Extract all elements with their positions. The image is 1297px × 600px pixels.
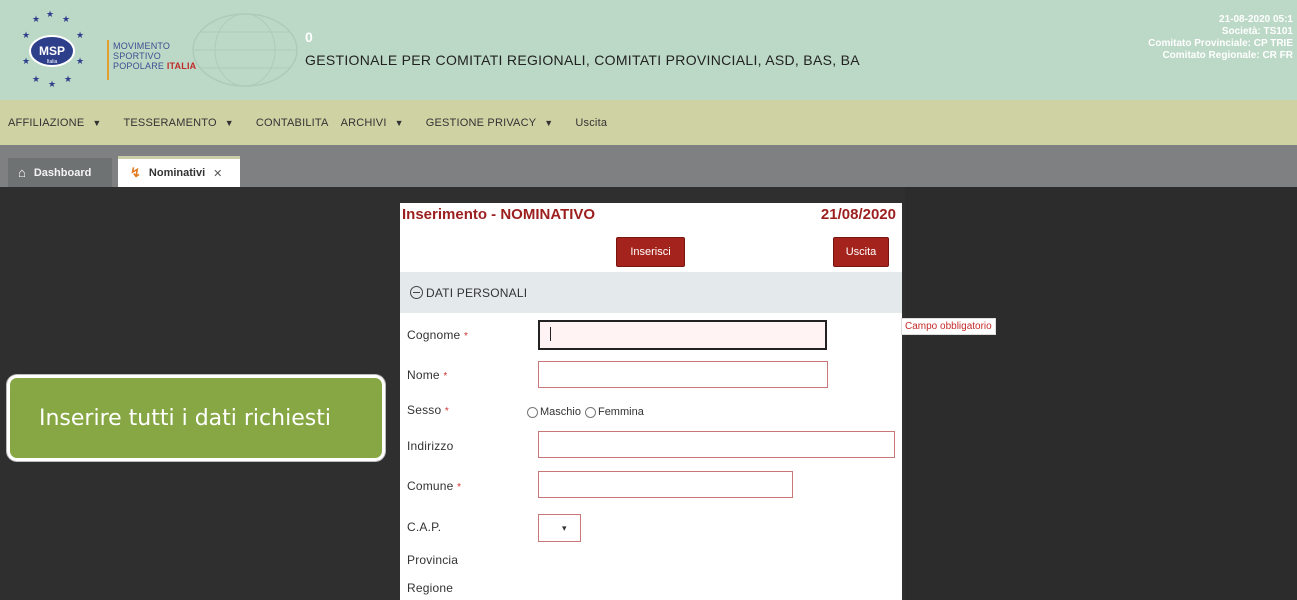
label-text: Comune: [407, 479, 454, 493]
brand-line-3: POPOLARE: [113, 61, 165, 71]
svg-text:★: ★: [22, 30, 30, 40]
instruction-callout: Inserire tutti i dati richiesti: [7, 375, 385, 461]
svg-text:★: ★: [62, 14, 70, 24]
required-marker: *: [463, 331, 469, 342]
session-comitato-provinciale: Comitato Provinciale: CP TRIE: [1148, 38, 1293, 49]
session-comitato-regionale: Comitato Regionale: CR FR: [1162, 50, 1293, 61]
svg-text:★: ★: [48, 79, 56, 89]
label-text: C.A.P.: [407, 520, 442, 534]
label-nome: Nome *: [407, 368, 447, 382]
label-text: Cognome: [407, 328, 461, 342]
label-comune: Comune *: [407, 479, 461, 493]
indirizzo-input[interactable]: [538, 431, 895, 458]
session-info: 21-08-2020 05:1 Società: TS101 Comitato …: [1148, 14, 1293, 62]
app-window: ★ ★ ★ ★ ★ ★ ★ ★ ★ ★ MSP Italia MOVIMENTO SPORT…: [0, 0, 1297, 600]
brand-line-1: MOVIMENTO: [113, 41, 171, 51]
svg-text:★: ★: [76, 30, 84, 40]
svg-text:★: ★: [22, 56, 30, 66]
required-marker: *: [457, 482, 462, 493]
main-menu: AFFILIAZIONE ▼ TESSERAMENTO ▼ CONTABILITA …: [0, 100, 1297, 145]
menu-item-contabilita[interactable]: CONTABILITA: [256, 117, 329, 129]
radio-maschio[interactable]: [527, 406, 538, 418]
tab-nominativi[interactable]: ↯ Nominativi ✕: [118, 156, 240, 187]
label-sesso: Sesso *: [407, 403, 449, 417]
menu-item-archivi[interactable]: ARCHIVI ▼: [341, 117, 404, 129]
label-text: Indirizzo: [407, 439, 454, 453]
required-marker: *: [443, 371, 448, 382]
brand-name: MOVIMENTO SPORTIVO POPOLARE ITALIA: [113, 41, 196, 71]
menu-label: CONTABILITA: [255, 116, 329, 129]
label-cap: C.A.P.: [407, 520, 441, 534]
section-dati-personali[interactable]: DATI PERSONALI: [400, 272, 902, 313]
radio-femmina[interactable]: [584, 406, 596, 418]
insert-button[interactable]: Inserisci: [616, 237, 685, 267]
radio-maschio-label[interactable]: Maschio: [540, 406, 581, 418]
svg-text:★: ★: [32, 74, 40, 84]
menu-label: GESTIONE PRIVACY: [425, 116, 537, 129]
menu-item-uscita[interactable]: Uscita: [575, 117, 607, 129]
content-right-pane: [905, 187, 1297, 600]
text-cursor: [550, 327, 551, 341]
svg-text:★: ★: [76, 56, 84, 66]
home-icon: ⌂: [18, 165, 26, 180]
caret-down-icon: ▼: [92, 117, 102, 128]
sesso-radio-group: Maschio Femmina: [527, 406, 644, 418]
menu-label: ARCHIVI: [340, 116, 387, 129]
form-title: Inserimento - NOMINATIVO: [402, 206, 596, 223]
validation-message: Campo obbligatorio: [901, 318, 996, 335]
radio-femmina-label[interactable]: Femmina: [598, 406, 644, 418]
caret-down-icon: ▼: [394, 117, 404, 128]
arrows-icon: ↯: [130, 165, 141, 180]
close-tab-icon[interactable]: ✕: [213, 167, 222, 180]
label-regione: Regione: [407, 581, 453, 595]
label-text: Regione: [407, 581, 454, 595]
section-title: DATI PERSONALI: [426, 285, 528, 300]
label-provincia: Provincia: [407, 553, 458, 567]
tab-dashboard[interactable]: ⌂ Dashboard: [8, 158, 112, 187]
cognome-input[interactable]: [538, 320, 827, 350]
brand-line-3-suffix: ITALIA: [166, 61, 197, 71]
cap-select[interactable]: ▾: [538, 514, 581, 542]
label-text: Nome: [407, 368, 440, 382]
menu-item-tesseramento[interactable]: TESSERAMENTO ▼: [123, 117, 233, 129]
label-cognome: Cognome *: [407, 328, 468, 342]
caret-down-icon: ▼: [224, 117, 234, 128]
collapse-icon: [410, 286, 423, 299]
label-text: Provincia: [407, 553, 459, 567]
tab-bar: ⌂ Dashboard ↯ Nominativi ✕: [0, 145, 1297, 187]
header: ★ ★ ★ ★ ★ ★ ★ ★ ★ ★ MSP Italia MOVIMENTO SPORT…: [0, 0, 1297, 100]
chevron-down-icon: ▾: [562, 523, 567, 533]
svg-text:★: ★: [64, 74, 72, 84]
menu-label: TESSERAMENTO: [123, 116, 217, 129]
menu-label: Uscita: [575, 116, 608, 129]
svg-text:★: ★: [32, 14, 40, 24]
form-panel: Inserimento - NOMINATIVO 21/08/2020 Inse…: [400, 203, 902, 600]
menu-item-affiliazione[interactable]: AFFILIAZIONE ▼: [8, 117, 101, 129]
logo-subtext: Italia: [47, 59, 58, 65]
brand-line-2: SPORTIVO: [113, 51, 161, 61]
label-text: Sesso: [407, 403, 442, 417]
exit-button[interactable]: Uscita: [833, 237, 889, 267]
page-title: GESTIONALE PER COMITATI REGIONALI, COMIT…: [305, 52, 860, 68]
header-counter: 0: [305, 29, 313, 45]
caret-down-icon: ▼: [544, 117, 554, 128]
session-societa: Società: TS101: [1221, 26, 1293, 37]
svg-text:★: ★: [46, 10, 54, 19]
tab-label: Nominativi: [148, 167, 206, 179]
session-datetime: 21-08-2020 05:1: [1219, 14, 1293, 25]
comune-input[interactable]: [538, 471, 793, 498]
logo-text: MSP: [39, 44, 65, 58]
required-marker: *: [444, 406, 449, 417]
brand-divider: [107, 40, 109, 80]
menu-label: AFFILIAZIONE: [8, 116, 85, 129]
form-date: 21/08/2020: [820, 206, 896, 223]
tab-label: Dashboard: [33, 166, 92, 179]
nome-input[interactable]: [538, 361, 828, 388]
menu-item-gestione-privacy[interactable]: GESTIONE PRIVACY ▼: [426, 117, 554, 129]
label-indirizzo: Indirizzo: [407, 439, 453, 453]
